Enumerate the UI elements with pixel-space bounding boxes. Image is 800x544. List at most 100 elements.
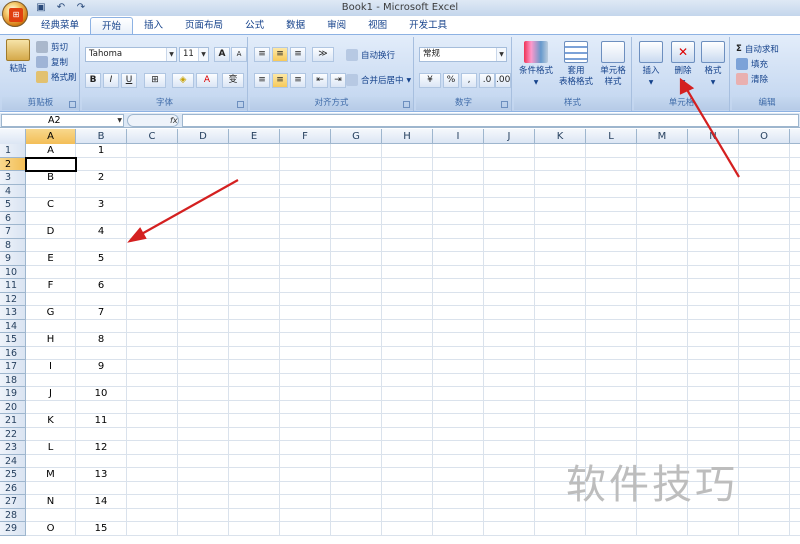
cell-O22[interactable] (739, 427, 790, 441)
cell-F10[interactable] (280, 265, 331, 279)
cell-A25[interactable]: M (26, 468, 76, 482)
cell-H27[interactable] (382, 495, 433, 509)
cell-O9[interactable] (739, 252, 790, 266)
cell-O4[interactable] (739, 184, 790, 198)
cell-I6[interactable] (433, 211, 484, 225)
cell-J13[interactable] (484, 306, 535, 320)
cell-H15[interactable] (382, 333, 433, 347)
cell-K20[interactable] (535, 400, 586, 414)
cell-I7[interactable] (433, 225, 484, 239)
cell-M4[interactable] (637, 184, 688, 198)
cell-I25[interactable] (433, 468, 484, 482)
cell-E23[interactable] (229, 441, 280, 455)
row-header[interactable]: 10 (0, 265, 26, 279)
cell-N8[interactable] (688, 238, 739, 252)
cell-N22[interactable] (688, 427, 739, 441)
cell-G29[interactable] (331, 522, 382, 536)
cell-I2[interactable] (433, 157, 484, 171)
cell-A22[interactable] (26, 427, 76, 441)
cell-C6[interactable] (127, 211, 178, 225)
select-all-button[interactable] (0, 129, 26, 144)
cell-L20[interactable] (586, 400, 637, 414)
cell-A16[interactable] (26, 346, 76, 360)
cell-D15[interactable] (178, 333, 229, 347)
cell-K9[interactable] (535, 252, 586, 266)
cell-E12[interactable] (229, 292, 280, 306)
cell-G1[interactable] (331, 144, 382, 158)
cell-E17[interactable] (229, 360, 280, 374)
tab-1[interactable]: 开始 (90, 17, 134, 35)
row-header[interactable]: 29 (0, 522, 26, 536)
cell-I16[interactable] (433, 346, 484, 360)
row-header[interactable]: 20 (0, 400, 26, 414)
cell-O19[interactable] (739, 387, 790, 401)
cell-D6[interactable] (178, 211, 229, 225)
cell-K22[interactable] (535, 427, 586, 441)
orientation-button[interactable]: ≫ (312, 47, 334, 62)
dialog-launcher-icon[interactable] (403, 101, 410, 108)
cell-K10[interactable] (535, 265, 586, 279)
cell-D3[interactable] (178, 171, 229, 185)
row-header[interactable]: 26 (0, 481, 26, 495)
cell-C5[interactable] (127, 198, 178, 212)
cell-E24[interactable] (229, 454, 280, 468)
cell-L29[interactable] (586, 522, 637, 536)
number-format-combo[interactable]: 常规 ▼ (419, 47, 507, 62)
name-box[interactable]: A2 ▼ (1, 114, 124, 127)
cell-C14[interactable] (127, 319, 178, 333)
format-as-table-button[interactable]: 套用 表格格式 (556, 41, 596, 88)
column-header-K[interactable]: K (535, 129, 586, 144)
cell-B18[interactable] (76, 373, 127, 387)
cell-L22[interactable] (586, 427, 637, 441)
cell-K21[interactable] (535, 414, 586, 428)
cell-K12[interactable] (535, 292, 586, 306)
cell-N5[interactable] (688, 198, 739, 212)
increase-decimal-button[interactable]: .0 (479, 73, 495, 88)
cell-D20[interactable] (178, 400, 229, 414)
cell-L12[interactable] (586, 292, 637, 306)
cell-H24[interactable] (382, 454, 433, 468)
cell-K19[interactable] (535, 387, 586, 401)
cell-L10[interactable] (586, 265, 637, 279)
cell-I28[interactable] (433, 508, 484, 522)
cell-H16[interactable] (382, 346, 433, 360)
cell-J18[interactable] (484, 373, 535, 387)
cell-E28[interactable] (229, 508, 280, 522)
cell-C3[interactable] (127, 171, 178, 185)
currency-button[interactable]: ¥ (419, 73, 441, 88)
cell-G26[interactable] (331, 481, 382, 495)
cell-L2[interactable] (586, 157, 637, 171)
row-header[interactable]: 11 (0, 279, 26, 293)
cell-B28[interactable] (76, 508, 127, 522)
cell-C4[interactable] (127, 184, 178, 198)
cell-J23[interactable] (484, 441, 535, 455)
cell-L9[interactable] (586, 252, 637, 266)
cell-C7[interactable] (127, 225, 178, 239)
cell-M7[interactable] (637, 225, 688, 239)
cell-M14[interactable] (637, 319, 688, 333)
cell-B12[interactable] (76, 292, 127, 306)
cell-C20[interactable] (127, 400, 178, 414)
autosum-button[interactable]: Σ 自动求和 (736, 43, 779, 55)
tab-6[interactable]: 审阅 (316, 17, 357, 35)
cell-M11[interactable] (637, 279, 688, 293)
cell-B6[interactable] (76, 211, 127, 225)
cell-M16[interactable] (637, 346, 688, 360)
cell-A28[interactable] (26, 508, 76, 522)
dialog-launcher-icon[interactable] (237, 101, 244, 108)
row-header[interactable]: 19 (0, 387, 26, 401)
cell-O20[interactable] (739, 400, 790, 414)
cell-M20[interactable] (637, 400, 688, 414)
cell-D12[interactable] (178, 292, 229, 306)
cell-D13[interactable] (178, 306, 229, 320)
row-header[interactable]: 15 (0, 333, 26, 347)
cell-J21[interactable] (484, 414, 535, 428)
cell-O14[interactable] (739, 319, 790, 333)
copy-button[interactable]: 复制 (36, 56, 68, 68)
cell-F8[interactable] (280, 238, 331, 252)
cell-N17[interactable] (688, 360, 739, 374)
row-header[interactable]: 17 (0, 360, 26, 374)
format-cells-button[interactable]: 格式 ▼ (698, 41, 728, 88)
cell-M17[interactable] (637, 360, 688, 374)
cell-K5[interactable] (535, 198, 586, 212)
